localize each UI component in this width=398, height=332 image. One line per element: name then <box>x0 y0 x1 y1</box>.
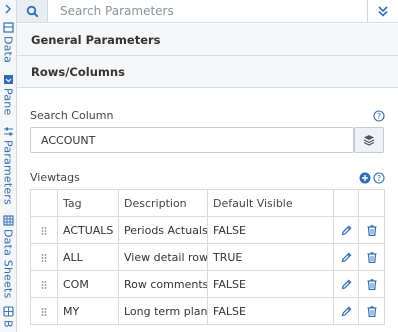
rail-item-data-sheets[interactable]: Data Sheets <box>0 215 16 299</box>
trash-icon <box>367 306 376 317</box>
viewtags-table: Tag Description Default Visible ACTUALS … <box>30 189 385 325</box>
cell-default-visible[interactable]: FALSE <box>207 270 334 298</box>
drag-column-header <box>30 189 58 217</box>
cell-tag[interactable]: MY <box>57 297 119 325</box>
trash-icon <box>367 225 376 236</box>
edit-button[interactable] <box>333 243 359 271</box>
search-column-value: ACCOUNT <box>41 133 96 147</box>
pencil-icon <box>341 279 351 290</box>
layers-icon <box>363 135 375 146</box>
section-title: Rows/Columns <box>31 64 125 79</box>
side-rail: Data Pane Parameters Data Sheets B <box>0 0 17 332</box>
table-row[interactable]: ACTUALS Periods Actuals FALSE <box>30 216 385 244</box>
delete-button[interactable] <box>358 216 385 244</box>
double-chevron-down-icon <box>378 6 388 17</box>
edit-button[interactable] <box>333 270 359 298</box>
parameters-icon <box>3 127 13 136</box>
pencil-icon <box>341 225 351 236</box>
pencil-icon <box>341 306 351 317</box>
pencil-icon <box>341 252 351 263</box>
column-header-tag: Tag <box>57 189 119 217</box>
drag-handle[interactable] <box>30 297 58 325</box>
cell-tag[interactable]: ALL <box>57 243 119 271</box>
delete-button[interactable] <box>358 297 385 325</box>
cell-default-visible[interactable]: FALSE <box>207 216 334 244</box>
cell-description[interactable]: View detail rows <box>118 243 208 271</box>
cell-description[interactable]: Long term plan <box>118 297 208 325</box>
data-icon <box>2 22 14 33</box>
rail-item-label: Pane <box>1 88 15 116</box>
drag-handle-icon <box>41 226 47 235</box>
table-row[interactable]: ALL View detail rows TRUE <box>30 243 385 271</box>
rail-item-data[interactable]: Data <box>0 22 16 63</box>
grid-icon <box>2 306 14 317</box>
cell-default-visible[interactable]: TRUE <box>207 243 334 271</box>
rail-item-label: Parameters <box>1 140 15 205</box>
chevron-right-icon[interactable] <box>2 2 14 16</box>
search-icon <box>26 5 39 18</box>
table-header-row: Tag Description Default Visible <box>30 189 385 217</box>
drag-handle[interactable] <box>30 270 58 298</box>
table-row[interactable]: MY Long term plan FALSE <box>30 297 385 325</box>
help-icon[interactable]: ? <box>373 172 385 184</box>
rail-item-label: Data <box>1 36 15 64</box>
edit-button[interactable] <box>333 297 359 325</box>
cell-description[interactable]: Periods Actuals <box>118 216 208 244</box>
rail-item-b[interactable]: B <box>0 306 16 328</box>
collapse-all-button[interactable] <box>367 0 398 22</box>
section-general-parameters[interactable]: General Parameters <box>17 24 398 56</box>
trash-icon <box>367 279 376 290</box>
column-header-default-visible: Default Visible <box>207 189 334 217</box>
search-input[interactable] <box>48 0 366 22</box>
rail-item-label: B <box>1 320 15 328</box>
edit-button[interactable] <box>333 216 359 244</box>
svg-text:?: ? <box>377 174 381 183</box>
pane-icon <box>3 75 13 84</box>
drag-handle[interactable] <box>30 243 58 271</box>
drag-handle-icon <box>41 253 47 262</box>
cell-tag[interactable]: ACTUALS <box>57 216 119 244</box>
select-column-button[interactable] <box>354 127 384 153</box>
parameters-panel: General Parameters Rows/Columns Search C… <box>17 0 398 332</box>
delete-button[interactable] <box>358 270 385 298</box>
column-header-description: Description <box>118 189 208 217</box>
delete-button[interactable] <box>358 243 385 271</box>
cell-tag[interactable]: COM <box>57 270 119 298</box>
search-column-label: Search Column <box>30 109 114 122</box>
help-icon[interactable]: ? <box>373 110 385 122</box>
table-row[interactable]: COM Row comments FALSE <box>30 270 385 298</box>
trash-icon <box>367 252 376 263</box>
section-title: General Parameters <box>31 32 161 47</box>
drag-handle[interactable] <box>30 216 58 244</box>
rail-item-parameters[interactable]: Parameters <box>0 126 16 205</box>
search-button[interactable] <box>17 0 48 22</box>
add-icon[interactable] <box>359 172 371 184</box>
rail-item-pane[interactable]: Pane <box>0 74 16 115</box>
cell-default-visible[interactable]: FALSE <box>207 297 334 325</box>
svg-text:?: ? <box>377 112 381 121</box>
cell-description[interactable]: Row comments <box>118 270 208 298</box>
section-rows-columns[interactable]: Rows/Columns <box>17 56 398 88</box>
search-bar <box>17 0 398 23</box>
rail-item-label: Data Sheets <box>1 229 15 299</box>
drag-handle-icon <box>41 280 47 289</box>
delete-column-header <box>358 189 385 217</box>
drag-handle-icon <box>41 307 47 316</box>
viewtags-label: Viewtags <box>30 171 80 184</box>
search-column-field[interactable]: ACCOUNT <box>30 127 354 153</box>
data-sheets-icon <box>2 215 14 226</box>
edit-column-header <box>333 189 359 217</box>
